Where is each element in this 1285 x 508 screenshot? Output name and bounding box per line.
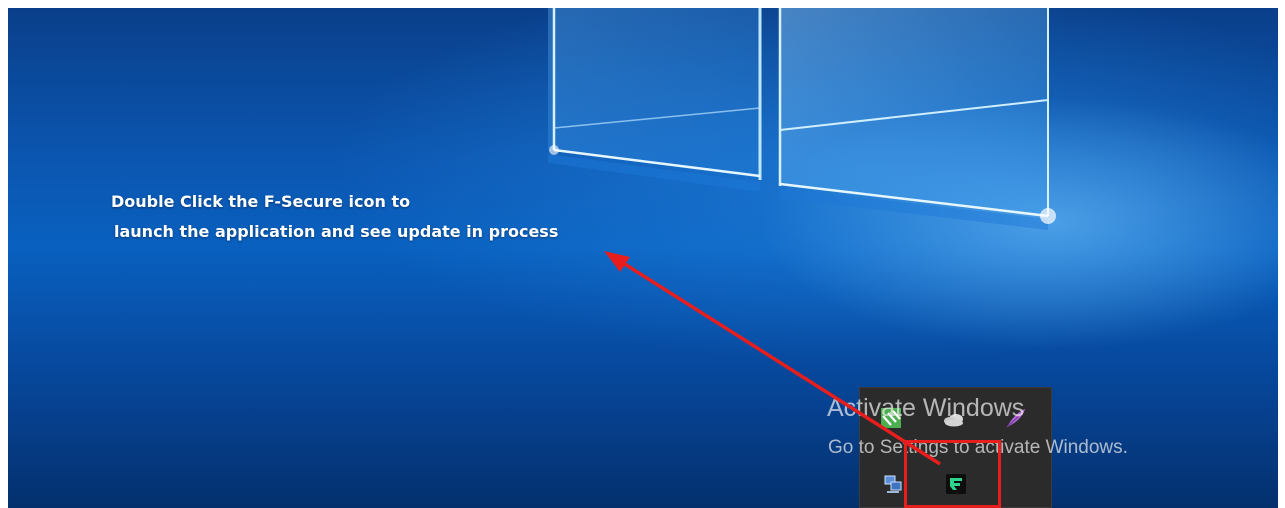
desktop-background: Double Click the F-Secure icon to launch… [8, 8, 1278, 508]
windows-logo-light-panes [548, 8, 1056, 230]
annotation-text-line2: launch the application and see update in… [114, 222, 559, 241]
annotation-text-line1: Double Click the F-Secure icon to [111, 192, 411, 211]
activate-windows-title: Activate Windows [827, 394, 1025, 422]
network-monitor-icon[interactable] [883, 474, 903, 494]
highlight-box [904, 440, 1001, 508]
